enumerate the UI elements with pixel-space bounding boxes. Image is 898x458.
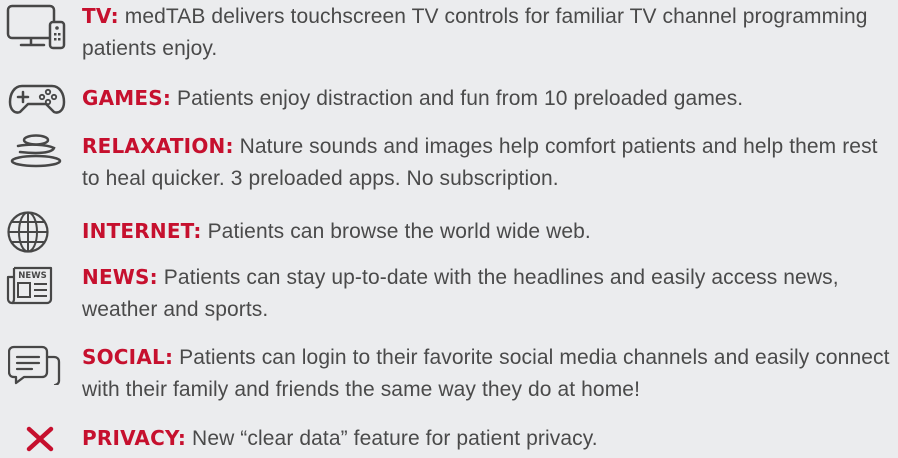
feature-games: GAMES: Patients enjoy distraction and fu… (0, 80, 898, 118)
feature-tv-description: medTAB delivers touchscreen TV controls … (82, 5, 868, 60)
feature-news-text: NEWS: Patients can stay up-to-date with … (82, 261, 890, 326)
feature-relaxation-label: RELAXATION: (82, 134, 234, 158)
game-controller-icon (8, 82, 66, 116)
feature-games-description: Patients enjoy distraction and fun from … (171, 87, 744, 110)
globe-icon (6, 210, 50, 254)
feature-social: SOCIAL: Patients can login to their favo… (0, 341, 898, 411)
feature-relaxation-text: RELAXATION: Nature sounds and images hel… (82, 130, 890, 195)
feature-privacy-description: New “clear data” feature for patient pri… (186, 427, 598, 450)
feature-internet-text: INTERNET: Patients can browse the world … (82, 215, 890, 248)
newspaper-icon: NEWS (6, 265, 54, 305)
feature-tv-text: TV: medTAB delivers touchscreen TV contr… (82, 0, 890, 65)
newspaper-word: NEWS (18, 271, 46, 281)
feature-internet: INTERNET: Patients can browse the world … (0, 210, 898, 254)
feature-social-text: SOCIAL: Patients can login to their favo… (82, 341, 890, 406)
feature-privacy-text: PRIVACY: New “clear data” feature for pa… (82, 422, 890, 455)
feature-privacy: PRIVACY: New “clear data” feature for pa… (0, 420, 898, 456)
feature-news-label: NEWS: (82, 265, 158, 289)
feature-news: NEWS NEWS: Patients can stay up-to-date … (0, 261, 898, 331)
tv-remote-icon (6, 4, 68, 52)
feature-tv: TV: medTAB delivers touchscreen TV contr… (0, 0, 898, 70)
stacked-stones-icon (8, 134, 64, 168)
feature-internet-description: Patients can browse the world wide web. (201, 220, 591, 243)
feature-social-label: SOCIAL: (82, 345, 174, 369)
feature-games-label: GAMES: (82, 86, 172, 110)
feature-privacy-label: PRIVACY: (82, 426, 187, 450)
feature-tv-label: TV: (82, 4, 119, 28)
feature-games-text: GAMES: Patients enjoy distraction and fu… (82, 82, 890, 115)
feature-news-description: Patients can stay up-to-date with the he… (82, 266, 839, 321)
feature-internet-label: INTERNET: (82, 219, 202, 243)
feature-relaxation: RELAXATION: Nature sounds and images hel… (0, 130, 898, 200)
clear-x-icon (26, 426, 54, 452)
feature-list: TV: medTAB delivers touchscreen TV contr… (0, 0, 898, 458)
feature-social-description: Patients can login to their favorite soc… (82, 346, 890, 401)
chat-bubble-icon (8, 345, 62, 385)
